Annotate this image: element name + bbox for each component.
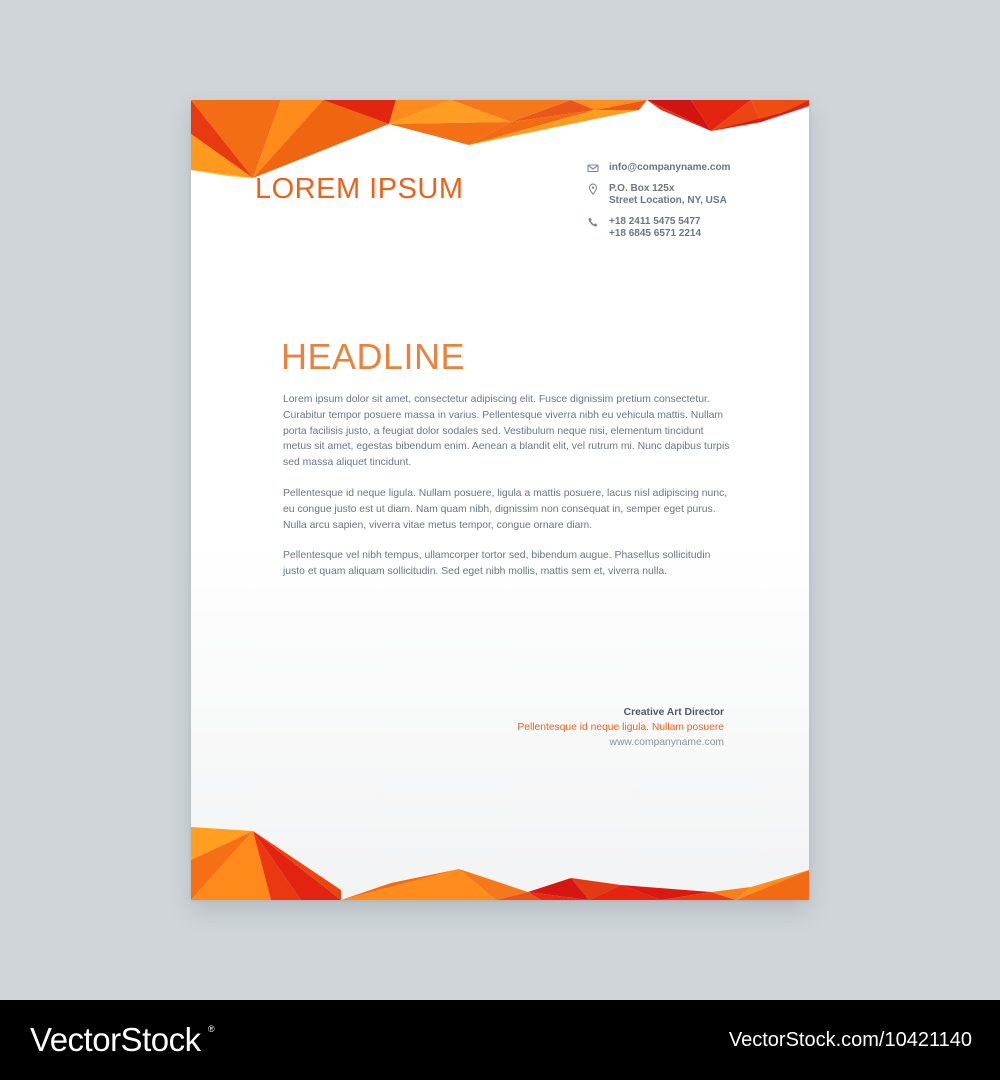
- vectorstock-logo: VectorStock ®: [30, 1021, 215, 1058]
- svg-text:VectorStock: VectorStock: [30, 1021, 202, 1058]
- signature-website[interactable]: www.companyname.com: [517, 735, 724, 750]
- contact-email[interactable]: info@companyname.com: [609, 162, 730, 174]
- body-text: Lorem ipsum dolor sit amet, consectetur …: [283, 392, 731, 595]
- contact-phone-line-1[interactable]: +18 2411 5475 5477: [609, 216, 701, 228]
- contact-phone-line-2[interactable]: +18 6845 6571 2214: [609, 228, 701, 240]
- contact-address-line-1: P.O. Box 125x: [609, 183, 675, 194]
- contact-phone-row: +18 2411 5475 5477 +18 6845 6571 2214: [587, 216, 797, 240]
- watermark-bar: VectorStock ® VectorStock.com/10421140: [0, 1000, 1000, 1080]
- svg-text:®: ®: [208, 1024, 215, 1034]
- signature-block: Creative Art Director Pellentesque id ne…: [517, 705, 724, 750]
- letterhead-page: LOREM IPSUM info@companyname.com P.O. Bo…: [191, 100, 809, 900]
- location-pin-icon: [588, 183, 598, 195]
- watermark-image-id: VectorStock.com/10421140: [728, 1029, 972, 1051]
- body-paragraph: Pellentesque id neque ligula. Nullam pos…: [283, 487, 728, 531]
- bottom-polygon-decoration: [191, 827, 809, 900]
- contact-email-row: info@companyname.com: [587, 162, 797, 174]
- envelope-icon: [587, 164, 599, 173]
- brand-name: LOREM IPSUM: [255, 173, 464, 205]
- body-paragraph: Lorem ipsum dolor sit amet, consectetur …: [283, 394, 730, 469]
- contact-block: info@companyname.com P.O. Box 125x Stree…: [587, 162, 797, 249]
- body-paragraph: Pellentesque vel nibh tempus, ullamcorpe…: [283, 550, 711, 578]
- headline: HEADLINE: [281, 336, 466, 377]
- contact-address-row: P.O. Box 125x Street Location, NY, USA: [587, 183, 797, 207]
- signature-title: Creative Art Director: [623, 707, 724, 718]
- signature-line: Pellentesque id neque ligula. Nullam pos…: [517, 722, 724, 733]
- stage: LOREM IPSUM info@companyname.com P.O. Bo…: [0, 0, 1000, 1000]
- phone-icon: [588, 217, 598, 227]
- contact-address-line-2: Street Location, NY, USA: [609, 195, 727, 206]
